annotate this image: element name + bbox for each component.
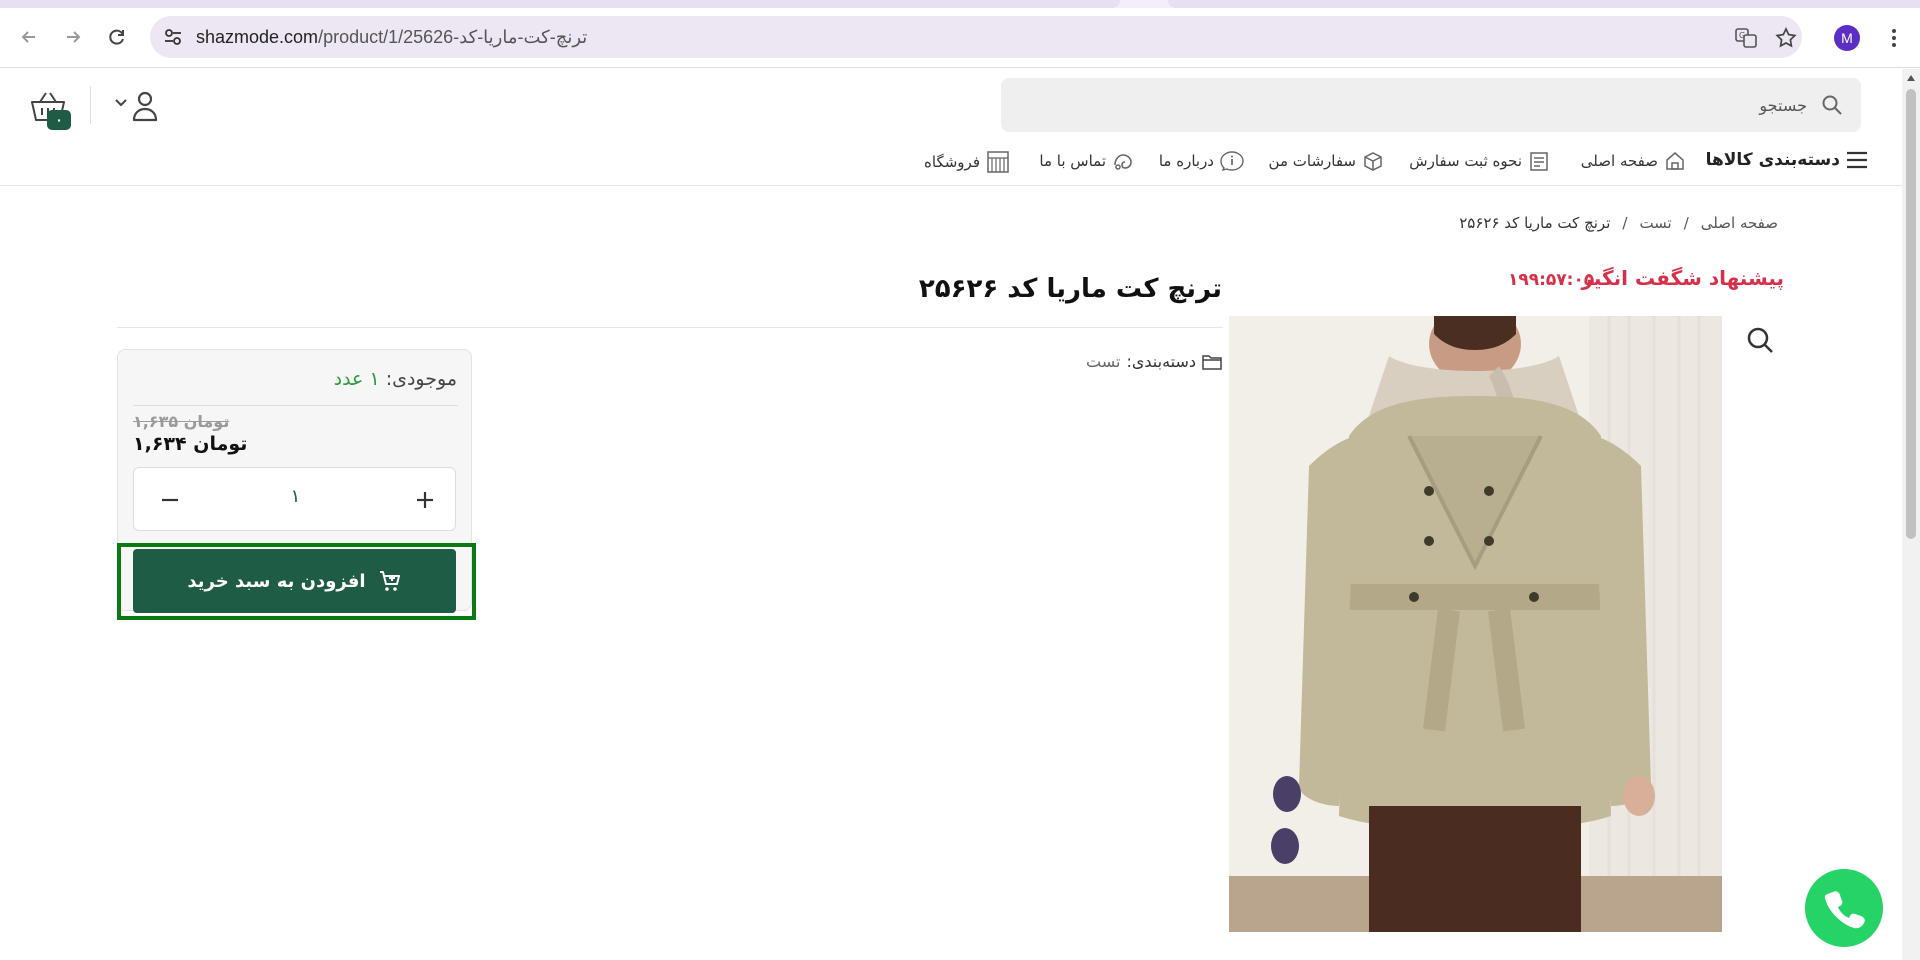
- nav-how-to-order-label: نحوه ثبت سفارش: [1409, 152, 1522, 170]
- url-host: shazmode.com: [196, 27, 319, 47]
- old-price: ۱,۶۳۵ تومان: [133, 412, 230, 431]
- nav-categories[interactable]: دسته‌بندی کالاها: [1706, 150, 1868, 170]
- translate-icon[interactable]: G: [1734, 26, 1758, 50]
- nav-my-orders-label: سفارشات من: [1268, 152, 1356, 170]
- buy-box-divider: [133, 405, 458, 406]
- nav-home[interactable]: صفحه اصلی: [1581, 150, 1686, 172]
- zoom-search-icon[interactable]: [1746, 326, 1774, 354]
- store-icon: [987, 151, 1009, 173]
- contact-icon: [1114, 154, 1132, 170]
- special-offer-title: پیشنهاد شگفت انگیز: [1581, 266, 1784, 290]
- search-icon[interactable]: [1821, 94, 1843, 116]
- browser-tabstrip: [0, 0, 1920, 8]
- nav-my-orders[interactable]: سفارشات من: [1269, 150, 1384, 172]
- browser-tab[interactable]: [0, 0, 1120, 8]
- main-navigation: دسته‌بندی کالاها صفحه اصلی نحوه ثبت سفار…: [0, 146, 1920, 186]
- header-divider: [90, 86, 91, 124]
- nav-home-label: صفحه اصلی: [1580, 152, 1658, 170]
- quantity-stepper: ۱: [133, 467, 456, 531]
- category-value[interactable]: تست: [1086, 352, 1120, 371]
- nav-about[interactable]: درباره ما: [1159, 150, 1244, 172]
- stock-label: موجودی:: [385, 368, 457, 390]
- package-icon: [1364, 152, 1382, 171]
- site-search: [1001, 78, 1861, 132]
- nav-about-label: درباره ما: [1158, 152, 1214, 170]
- breadcrumb-separator: /: [1683, 214, 1689, 232]
- breadcrumb-category[interactable]: تست: [1639, 214, 1671, 232]
- title-divider: [117, 327, 1223, 328]
- whatsapp-button[interactable]: [1805, 869, 1883, 947]
- clipboard-icon: [1530, 152, 1548, 171]
- user-account-icon[interactable]: [114, 90, 160, 122]
- product-photo: [1229, 316, 1722, 932]
- back-icon[interactable]: [16, 24, 42, 50]
- bookmark-star-icon[interactable]: [1774, 26, 1798, 50]
- whatsapp-phone-icon: [1824, 891, 1865, 929]
- forward-icon[interactable]: [60, 24, 86, 50]
- folder-icon: [1202, 354, 1222, 370]
- product-title: ترنچ کت ماریا کد ۲۵۶۲۶: [918, 274, 1222, 304]
- reload-icon[interactable]: [104, 24, 130, 50]
- scroll-up-icon[interactable]: [1907, 75, 1915, 81]
- address-bar[interactable]: shazmode.com/product/1/25626-ترنچ-کت-مار…: [150, 16, 1802, 58]
- current-price: ۱,۶۳۴ تومان: [133, 433, 248, 455]
- add-to-cart-button[interactable]: افزودن به سبد خرید: [133, 549, 456, 613]
- add-to-cart-label: افزودن به سبد خرید: [187, 570, 366, 592]
- stock-value: ۱ عدد: [333, 368, 380, 390]
- nav-contact[interactable]: تماس با ما: [1039, 150, 1134, 172]
- browser-toolbar: shazmode.com/product/1/25626-ترنچ-کت-مار…: [0, 8, 1920, 68]
- scrollbar-thumb[interactable]: [1906, 89, 1916, 539]
- quantity-value[interactable]: ۱: [134, 486, 457, 507]
- url-text: shazmode.com/product/1/25626-ترنچ-کت-مار…: [196, 27, 587, 48]
- nav-store-label: فروشگاه: [924, 153, 980, 171]
- svg-text:G: G: [1739, 31, 1745, 40]
- offer-countdown: ۱۹۹:۵۷:۰۵: [1508, 270, 1595, 290]
- hamburger-icon: [1847, 151, 1867, 169]
- info-bubble-icon: [1220, 151, 1244, 172]
- nav-store[interactable]: فروشگاه: [924, 150, 1010, 174]
- cart-count-badge: ۰: [47, 110, 71, 130]
- url-path: /product/1/25626-ترنچ-کت-ماریا-کد: [318, 27, 588, 47]
- nav-contact-label: تماس با ما: [1039, 152, 1106, 170]
- page-scrollbar[interactable]: [1902, 69, 1920, 960]
- search-input[interactable]: [1047, 78, 1807, 132]
- category-label: دسته‌بندی:: [1126, 352, 1196, 371]
- breadcrumb: صفحه اصلی / تست / ترنچ کت ماریا کد ۲۵۶۲۶: [1459, 214, 1778, 232]
- browser-menu-icon[interactable]: [1884, 26, 1904, 50]
- profile-avatar[interactable]: M: [1834, 25, 1860, 51]
- product-image[interactable]: [1229, 316, 1722, 932]
- site-settings-icon[interactable]: [162, 26, 184, 48]
- breadcrumb-current: ترنچ کت ماریا کد ۲۵۶۲۶: [1459, 214, 1611, 232]
- breadcrumb-separator: /: [1622, 214, 1628, 232]
- stock-status: موجودی: ۱ عدد: [334, 368, 457, 390]
- plus-icon[interactable]: [411, 486, 439, 514]
- nav-categories-label: دسته‌بندی کالاها: [1705, 150, 1840, 170]
- add-cart-icon: [379, 571, 400, 591]
- nav-how-to-order[interactable]: نحوه ثبت سفارش: [1409, 150, 1550, 172]
- home-icon: [1666, 152, 1684, 170]
- breadcrumb-home[interactable]: صفحه اصلی: [1701, 214, 1778, 232]
- browser-tab[interactable]: [1168, 0, 1920, 8]
- product-category: دسته‌بندی: تست: [1086, 352, 1222, 371]
